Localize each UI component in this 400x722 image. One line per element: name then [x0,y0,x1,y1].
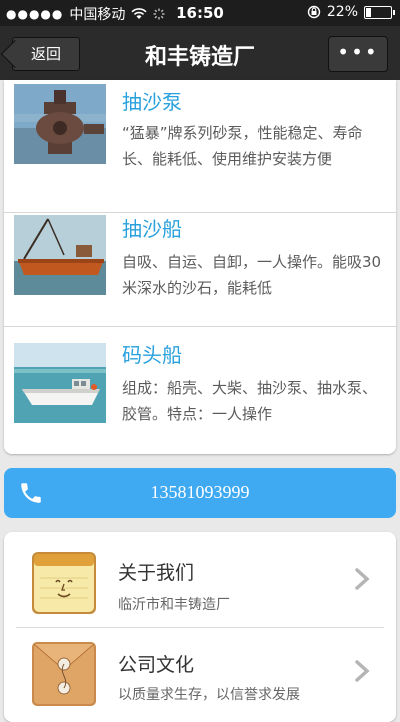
chevron-right-icon [355,660,370,682]
product-list: 抽沙泵 “猛暴”牌系列砂泵，性能稳定、寿命长、能耗低、使用维护安装方便 抽沙船 … [4,80,396,454]
envelope-icon [32,642,96,706]
chevron-right-icon [355,568,370,590]
call-button[interactable]: 13581093999 [4,468,396,518]
orientation-lock-icon [307,5,321,19]
product-description: 组成：船壳、大柴、抽沙泵、抽水泵、胶管。特点：一人操作 [122,379,378,423]
sand-pump-photo [14,84,106,164]
product-name: 抽沙泵 [122,90,182,114]
menu-item-title: 关于我们 [118,562,195,584]
battery-percent: 22% [326,4,358,20]
sand-dredger-photo [14,215,106,295]
product-description: “猛暴”牌系列砂泵，性能稳定、寿命长、能耗低、使用维护安装方便 [122,124,363,168]
phone-number: 13581093999 [150,482,250,502]
nav-bar: 返回 和丰铸造厂 ••• [0,26,400,80]
product-name: 抽沙船 [122,217,182,241]
info-menu: 关于我们 临沂市和丰铸造厂 公司文化 以质量求生存，以信誉求发展 [4,532,396,722]
product-item[interactable]: 码头船 组成：船壳、大柴、抽沙泵、抽水泵、胶管。特点：一人操作 [4,327,396,454]
status-bar: ●●●●● 中国移动 16:50 22% [0,0,400,26]
product-item[interactable]: 抽沙船 自吸、自运、自卸，一人操作。能吸30米深水的沙石，能耗低 [4,213,396,327]
product-item[interactable]: 抽沙泵 “猛暴”牌系列砂泵，性能稳定、寿命长、能耗低、使用维护安装方便 [4,80,396,213]
notepad-icon [32,552,96,614]
menu-item-title: 公司文化 [118,654,195,676]
product-name: 码头船 [122,343,182,367]
dock-boat-photo [14,343,106,423]
product-description: 自吸、自运、自卸，一人操作。能吸30米深水的沙石，能耗低 [122,253,382,297]
menu-item-subtitle: 临沂市和丰铸造厂 [118,597,230,613]
menu-item-about-us[interactable]: 关于我们 临沂市和丰铸造厂 [4,532,396,626]
more-options-button[interactable]: ••• [328,36,388,72]
menu-item-company-culture[interactable]: 公司文化 以质量求生存，以信誉求发展 [4,628,396,722]
battery-icon [364,5,395,19]
menu-item-subtitle: 以质量求生存，以信誉求发展 [118,687,300,703]
